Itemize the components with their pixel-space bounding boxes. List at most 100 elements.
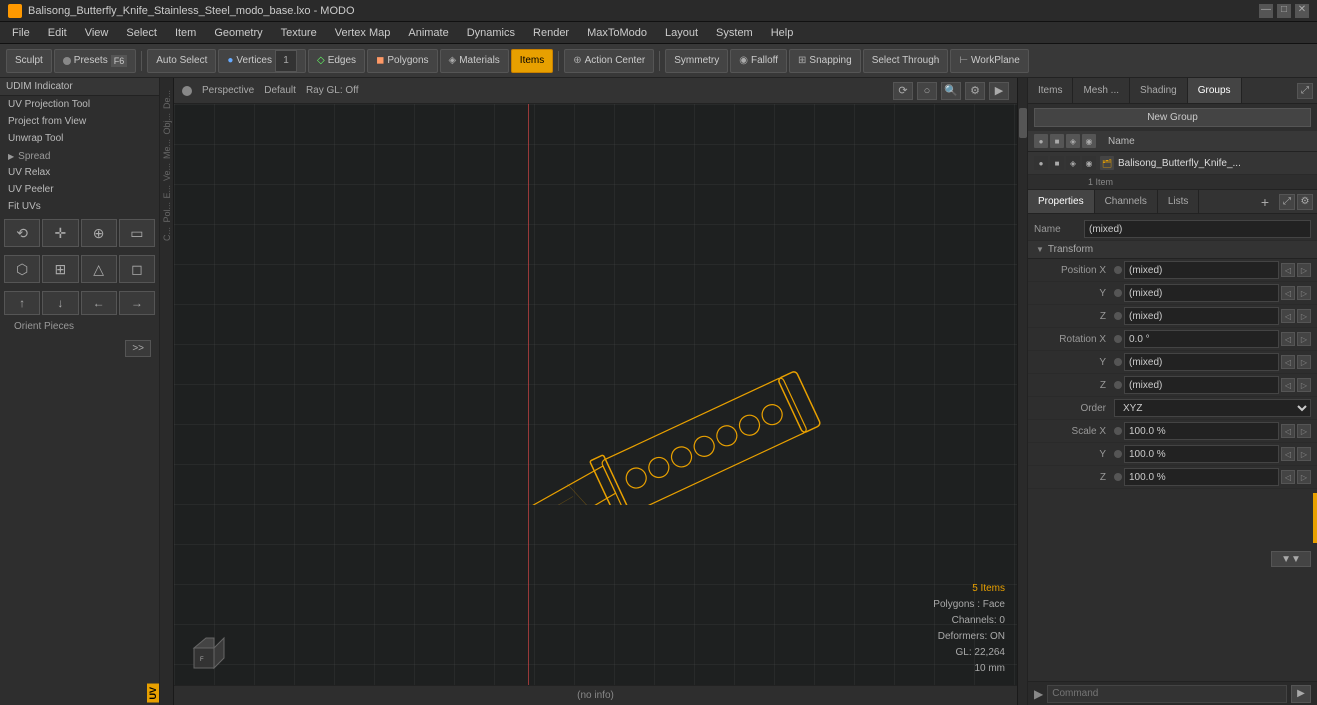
menu-dynamics[interactable]: Dynamics bbox=[459, 25, 523, 41]
close-button[interactable]: ✕ bbox=[1295, 4, 1309, 18]
menu-animate[interactable]: Animate bbox=[400, 25, 456, 41]
scale-z-right-btn[interactable]: ▷ bbox=[1297, 470, 1311, 484]
group-eye-icon[interactable]: ● bbox=[1034, 156, 1048, 170]
scale-y-right-btn[interactable]: ▷ bbox=[1297, 447, 1311, 461]
menu-system[interactable]: System bbox=[708, 25, 761, 41]
viewport-ctrl-circle[interactable]: ○ bbox=[917, 82, 937, 100]
tool-btn-scale[interactable]: ⊕ bbox=[81, 219, 117, 247]
tab-shading[interactable]: Shading bbox=[1130, 78, 1188, 103]
scale-x-input[interactable] bbox=[1124, 422, 1279, 440]
tab-lists[interactable]: Lists bbox=[1158, 190, 1200, 213]
menu-item[interactable]: Item bbox=[167, 25, 204, 41]
fit-uvs[interactable]: Fit UVs bbox=[0, 198, 159, 215]
uv-projection-tool[interactable]: UV Projection Tool bbox=[0, 96, 159, 113]
menu-vertexmap[interactable]: Vertex Map bbox=[327, 25, 399, 41]
scale-y-input[interactable] bbox=[1124, 445, 1279, 463]
position-x-input[interactable] bbox=[1124, 261, 1279, 279]
col-icon-ren[interactable]: ◉ bbox=[1082, 134, 1096, 148]
menu-view[interactable]: View bbox=[77, 25, 117, 41]
arrow-right[interactable]: → bbox=[119, 291, 155, 315]
tool-btn-rotate[interactable]: ⟲ bbox=[4, 219, 40, 247]
tab-mesh[interactable]: Mesh ... bbox=[1073, 78, 1130, 103]
menu-texture[interactable]: Texture bbox=[273, 25, 325, 41]
pos-z-left-btn[interactable]: ◁ bbox=[1281, 309, 1295, 323]
rot-x-right-btn[interactable]: ▷ bbox=[1297, 332, 1311, 346]
properties-expand-btn[interactable]: ▼▼ bbox=[1271, 551, 1311, 567]
uv-peeler[interactable]: UV Peeler bbox=[0, 181, 159, 198]
menu-layout[interactable]: Layout bbox=[657, 25, 706, 41]
tab-properties[interactable]: Properties bbox=[1028, 190, 1095, 213]
menu-file[interactable]: File bbox=[4, 25, 38, 41]
rot-y-right-btn[interactable]: ▷ bbox=[1297, 355, 1311, 369]
action-center-button[interactable]: ⊕ Action Center bbox=[564, 49, 654, 73]
col-icon-lock[interactable]: ■ bbox=[1050, 134, 1064, 148]
tool-btn-tri[interactable]: △ bbox=[81, 255, 117, 283]
workplane-button[interactable]: ⊢ WorkPlane bbox=[950, 49, 1028, 73]
tab-channels[interactable]: Channels bbox=[1095, 190, 1158, 213]
pos-z-right-btn[interactable]: ▷ bbox=[1297, 309, 1311, 323]
scale-x-left-btn[interactable]: ◁ bbox=[1281, 424, 1295, 438]
group-lock-icon[interactable]: ■ bbox=[1050, 156, 1064, 170]
arrow-down[interactable]: ↓ bbox=[42, 291, 78, 315]
order-select[interactable]: XYZ bbox=[1114, 399, 1311, 417]
pos-x-right-btn[interactable]: ▷ bbox=[1297, 263, 1311, 277]
menu-render[interactable]: Render bbox=[525, 25, 577, 41]
group-ren-icon[interactable]: ◉ bbox=[1082, 156, 1096, 170]
materials-button[interactable]: ◈ Materials bbox=[440, 49, 509, 73]
pos-x-left-btn[interactable]: ◁ bbox=[1281, 263, 1295, 277]
viewport-ctrl-orbit[interactable]: ⟳ bbox=[893, 82, 913, 100]
col-icon-vis[interactable]: ◈ bbox=[1066, 134, 1080, 148]
rotation-y-input[interactable] bbox=[1124, 353, 1279, 371]
props-expand-btn[interactable]: ⤢ bbox=[1279, 194, 1295, 210]
command-input[interactable] bbox=[1047, 685, 1287, 703]
viewport-ctrl-expand[interactable]: ▶ bbox=[989, 82, 1009, 100]
edges-button[interactable]: ◇ Edges bbox=[308, 49, 365, 73]
vertices-button[interactable]: ● Vertices 1 bbox=[218, 49, 306, 73]
unwrap-tool[interactable]: Unwrap Tool bbox=[0, 130, 159, 147]
titlebar-controls[interactable]: — □ ✕ bbox=[1259, 4, 1309, 18]
menu-select[interactable]: Select bbox=[118, 25, 165, 41]
scroll-thumb[interactable] bbox=[1019, 108, 1027, 138]
command-run-button[interactable]: ▶ bbox=[1291, 685, 1311, 703]
udim-indicator-header[interactable]: UDIM Indicator bbox=[0, 78, 159, 96]
col-icon-eye[interactable]: ● bbox=[1034, 134, 1048, 148]
maximize-button[interactable]: □ bbox=[1277, 4, 1291, 18]
tab-expand-btn[interactable]: ⤢ bbox=[1297, 83, 1313, 99]
minimize-button[interactable]: — bbox=[1259, 4, 1273, 18]
position-z-input[interactable] bbox=[1124, 307, 1279, 325]
polygons-button[interactable]: ◼ Polygons bbox=[367, 49, 437, 73]
menu-edit[interactable]: Edit bbox=[40, 25, 75, 41]
snapping-button[interactable]: ⊞ Snapping bbox=[789, 49, 861, 73]
tab-items[interactable]: Items bbox=[1028, 78, 1073, 103]
group-vis-icon[interactable]: ◈ bbox=[1066, 156, 1080, 170]
rotation-z-input[interactable] bbox=[1124, 376, 1279, 394]
viewport-ctrl-settings[interactable]: ⚙ bbox=[965, 82, 985, 100]
viewport-3d[interactable]: 5 Items Polygons : Face Channels: 0 Defo… bbox=[174, 104, 1017, 685]
arrow-left[interactable]: ← bbox=[81, 291, 117, 315]
position-y-input[interactable] bbox=[1124, 284, 1279, 302]
props-settings-btn[interactable]: ⚙ bbox=[1297, 194, 1313, 210]
project-from-view[interactable]: Project from View bbox=[0, 113, 159, 130]
menu-maxtomodo[interactable]: MaxToModo bbox=[579, 25, 655, 41]
name-input[interactable] bbox=[1084, 220, 1311, 238]
tool-btn-grid[interactable]: ⊞ bbox=[42, 255, 78, 283]
default-label[interactable]: Default bbox=[264, 85, 296, 96]
presets-button[interactable]: Presets F6 bbox=[54, 49, 136, 73]
rot-x-left-btn[interactable]: ◁ bbox=[1281, 332, 1295, 346]
group-item-knife[interactable]: ● ■ ◈ ◉ 🗂 Balisong_Butterfly_Knife_... bbox=[1028, 152, 1317, 175]
rot-y-left-btn[interactable]: ◁ bbox=[1281, 355, 1295, 369]
falloff-button[interactable]: ◉ Falloff bbox=[730, 49, 787, 73]
sculpt-button[interactable]: Sculpt bbox=[6, 49, 52, 73]
expand-button[interactable]: >> bbox=[125, 340, 151, 357]
uv-relax[interactable]: UV Relax bbox=[0, 164, 159, 181]
auto-select-button[interactable]: Auto Select bbox=[147, 49, 216, 73]
perspective-label[interactable]: Perspective bbox=[202, 85, 254, 96]
select-through-button[interactable]: Select Through bbox=[863, 49, 949, 73]
scale-z-input[interactable] bbox=[1124, 468, 1279, 486]
raygl-label[interactable]: Ray GL: Off bbox=[306, 85, 359, 96]
pos-y-left-btn[interactable]: ◁ bbox=[1281, 286, 1295, 300]
tool-btn-move[interactable]: ✛ bbox=[42, 219, 78, 247]
scale-x-right-btn[interactable]: ▷ bbox=[1297, 424, 1311, 438]
scale-z-left-btn[interactable]: ◁ bbox=[1281, 470, 1295, 484]
items-button[interactable]: Items bbox=[511, 49, 553, 73]
